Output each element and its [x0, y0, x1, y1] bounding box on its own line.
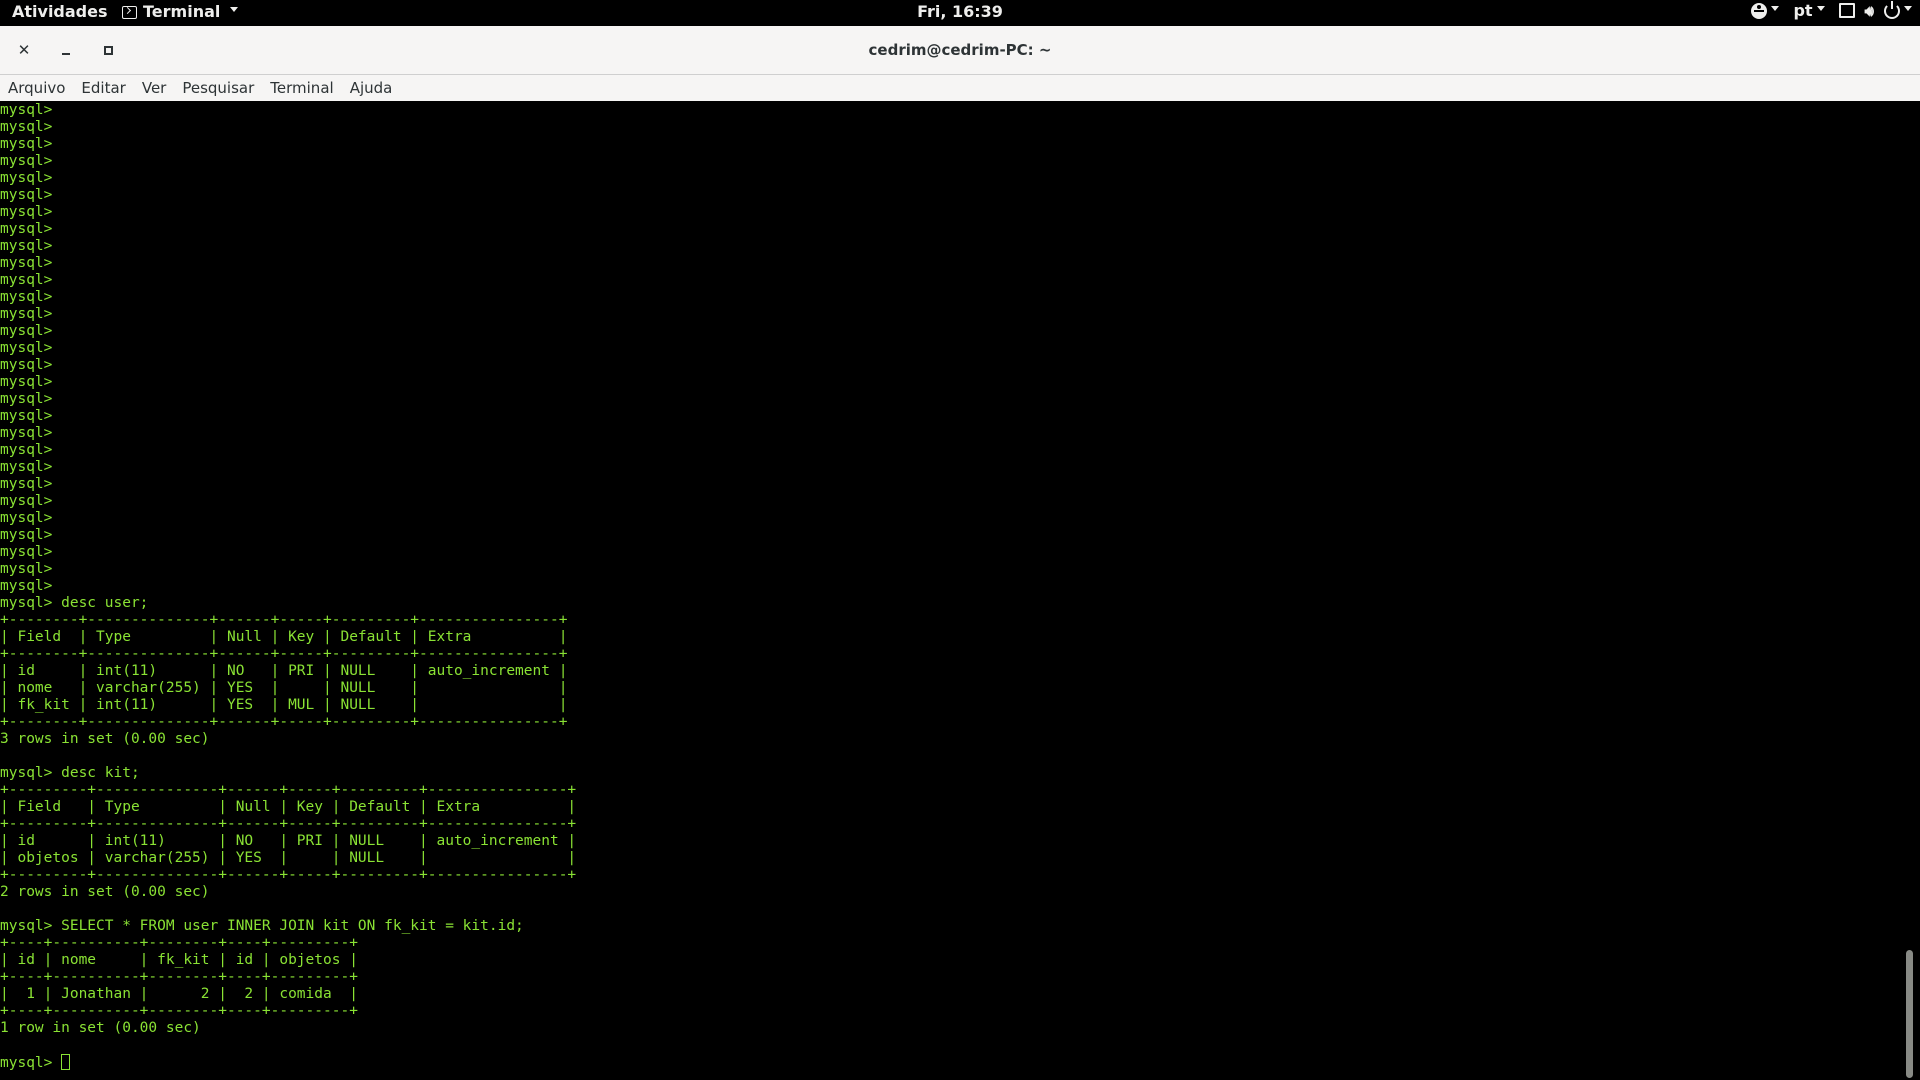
- terminal-line: +--------+--------------+------+-----+--…: [0, 646, 568, 662]
- terminal-line: mysql>: [0, 170, 53, 186]
- activities-button[interactable]: Atividades: [12, 2, 108, 21]
- terminal-line: mysql>: [0, 272, 53, 288]
- terminal-line: 3 rows in set (0.00 sec): [0, 731, 210, 747]
- terminal-line: mysql>: [0, 119, 53, 135]
- terminal-line: | id | nome | fk_kit | id | objetos |: [0, 952, 358, 968]
- terminal-line: mysql>: [0, 527, 53, 543]
- menu-arquivo[interactable]: Arquivo: [0, 79, 73, 97]
- terminal-line: mysql>: [0, 493, 53, 509]
- terminal-line: mysql>: [0, 136, 53, 152]
- window-icon: [1838, 3, 1855, 18]
- menu-terminal[interactable]: Terminal: [262, 79, 341, 97]
- chevron-down-icon: [1771, 6, 1780, 11]
- terminal-line: mysql> SELECT * FROM user INNER JOIN kit…: [0, 918, 524, 934]
- terminal-line: mysql>: [0, 510, 53, 526]
- terminal-line: mysql>: [0, 221, 53, 237]
- system-menu[interactable]: 🔊︎: [1838, 0, 1912, 20]
- terminal-line: | id | int(11) | NO | PRI | NULL | auto_…: [0, 663, 568, 679]
- language-label: pt: [1793, 1, 1813, 20]
- volume-icon: 🔊︎: [1864, 1, 1874, 20]
- terminal-line: | Field | Type | Null | Key | Default | …: [0, 629, 568, 645]
- system-tray: pt 🔊︎: [1751, 0, 1912, 20]
- menu-ver[interactable]: Ver: [134, 79, 175, 97]
- terminal-line: mysql>: [0, 340, 53, 356]
- terminal-line: 2 rows in set (0.00 sec): [0, 884, 210, 900]
- terminal-line: +--------+--------------+------+-----+--…: [0, 612, 568, 628]
- terminal-line: +----+----------+--------+----+---------…: [0, 969, 358, 985]
- terminal-line: mysql> desc user;: [0, 595, 149, 611]
- terminal-line: +---------+--------------+------+-----+-…: [0, 782, 577, 798]
- terminal-line: mysql>: [0, 204, 53, 220]
- terminal-line: +----+----------+--------+----+---------…: [0, 1003, 358, 1019]
- terminal-line: mysql>: [0, 102, 53, 118]
- power-icon: [1884, 0, 1900, 19]
- window-titlebar[interactable]: ✕ cedrim@cedrim-PC: ~: [0, 26, 1920, 75]
- terminal-line: mysql>: [0, 391, 53, 407]
- terminal-line: | fk_kit | int(11) | YES | MUL | NULL | …: [0, 697, 568, 713]
- terminal-line: | objetos | varchar(255) | YES | | NULL …: [0, 850, 577, 866]
- menu-bar: Arquivo Editar Ver Pesquisar Terminal Aj…: [0, 75, 1920, 101]
- accessibility-menu[interactable]: [1751, 2, 1780, 19]
- terminal-line: mysql>: [0, 187, 53, 203]
- chevron-down-icon: [1904, 6, 1912, 11]
- scrollbar-thumb[interactable]: [1906, 950, 1913, 1078]
- menu-editar[interactable]: Editar: [73, 79, 133, 97]
- terminal-line: | nome | varchar(255) | YES | | NULL | |: [0, 680, 568, 696]
- terminal-line: mysql>: [0, 578, 53, 594]
- terminal-line: | 1 | Jonathan | 2 | 2 | comida |: [0, 986, 358, 1002]
- terminal-line: +---------+--------------+------+-----+-…: [0, 816, 577, 832]
- menu-pesquisar[interactable]: Pesquisar: [174, 79, 262, 97]
- terminal-line: mysql>: [0, 425, 53, 441]
- terminal-line: mysql>: [0, 544, 53, 560]
- terminal-line: mysql>: [0, 408, 53, 424]
- terminal-line: mysql>: [0, 289, 53, 305]
- terminal-line: mysql>: [0, 476, 53, 492]
- prompt-text: mysql>: [0, 1055, 62, 1071]
- terminal-line: mysql>: [0, 255, 53, 271]
- terminal-line: mysql> desc kit;: [0, 765, 140, 781]
- terminal-output[interactable]: mysql> mysql> mysql> mysql> mysql> mysql> mysq…: [0, 102, 1902, 1080]
- accessibility-icon: [1751, 2, 1768, 19]
- terminal-line: mysql>: [0, 238, 53, 254]
- terminal-line: mysql>: [0, 459, 53, 475]
- text-cursor: [61, 1054, 71, 1070]
- terminal-line: 1 row in set (0.00 sec): [0, 1020, 201, 1036]
- app-menu-button[interactable]: Terminal: [122, 2, 239, 21]
- window-title: cedrim@cedrim-PC: ~: [868, 41, 1052, 59]
- terminal-line: mysql>: [0, 153, 53, 169]
- terminal-line: +---------+--------------+------+-----+-…: [0, 867, 577, 883]
- terminal-line: mysql>: [0, 357, 53, 373]
- terminal-icon: [122, 6, 137, 19]
- terminal-line: mysql>: [0, 374, 53, 390]
- chevron-down-icon: [1816, 6, 1825, 11]
- chevron-down-icon: [230, 7, 239, 12]
- terminal-line: mysql>: [0, 442, 53, 458]
- terminal-line: +--------+--------------+------+-----+--…: [0, 714, 568, 730]
- menu-ajuda[interactable]: Ajuda: [342, 79, 401, 97]
- clock-container: Fri, 16:39: [0, 2, 1920, 21]
- terminal-line: mysql>: [0, 323, 53, 339]
- clock-button[interactable]: Fri, 16:39: [917, 2, 1003, 21]
- top-bar: Atividades Terminal Fri, 16:39 pt 🔊︎: [0, 0, 1920, 26]
- terminal-line: | id | int(11) | NO | PRI | NULL | auto_…: [0, 833, 577, 849]
- terminal-line: mysql>: [0, 561, 53, 577]
- terminal-line: mysql>: [0, 306, 53, 322]
- language-menu[interactable]: pt: [1793, 1, 1825, 20]
- terminal-line: +----+----------+--------+----+---------…: [0, 935, 358, 951]
- scrollbar-track[interactable]: [1902, 102, 1920, 1080]
- app-menu-label: Terminal: [143, 2, 221, 21]
- terminal-prompt-line[interactable]: mysql>: [0, 1054, 1902, 1071]
- terminal-line: | Field | Type | Null | Key | Default | …: [0, 799, 577, 815]
